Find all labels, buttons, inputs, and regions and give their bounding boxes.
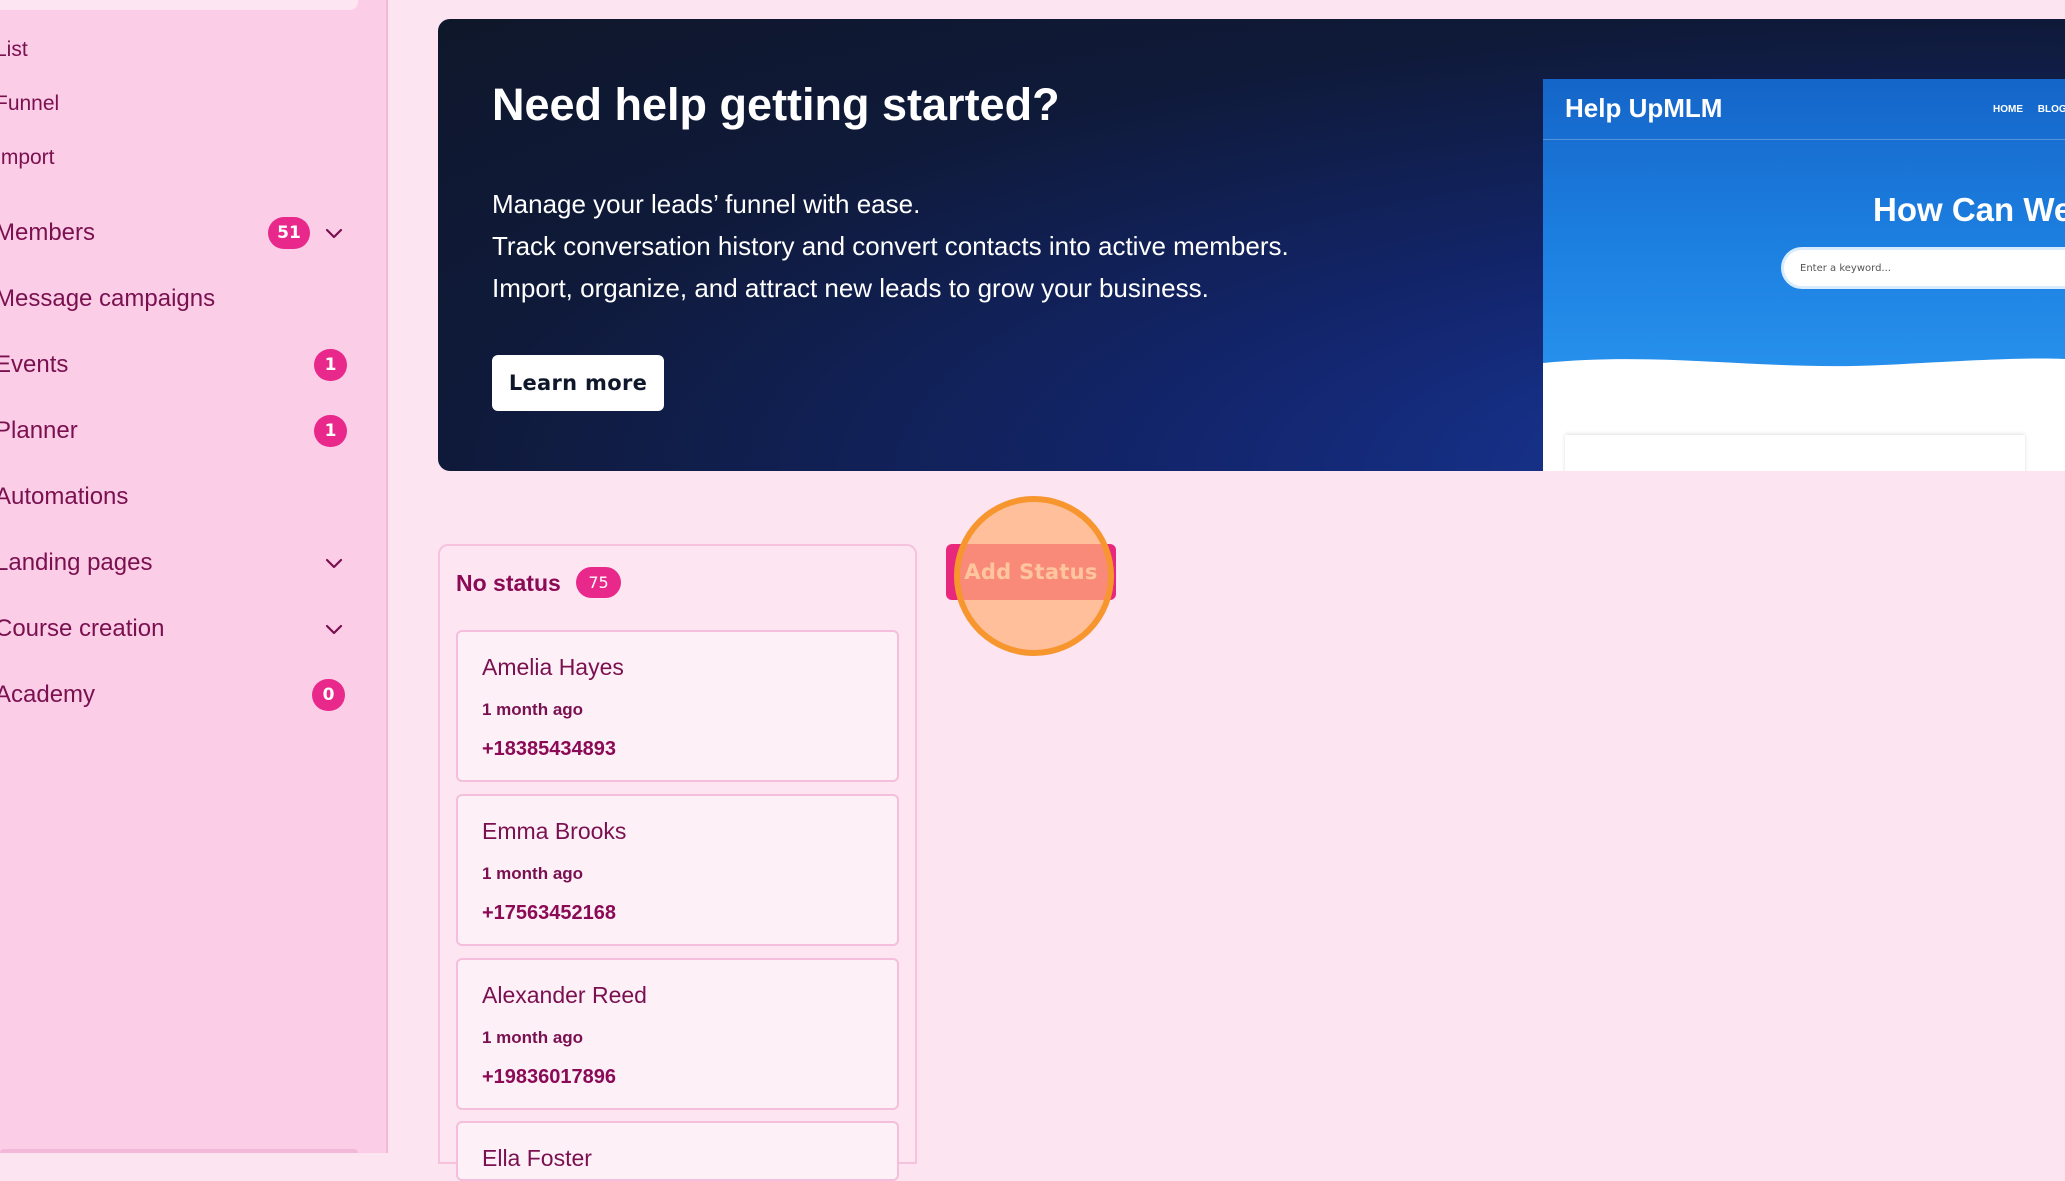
banner-description-line: Track conversation history and convert c… [492, 231, 1289, 261]
sidebar-item-course-creation[interactable]: Course creation [0, 604, 388, 654]
contact-phone: +19836017896 [482, 1066, 617, 1088]
events-count-badge: 1 [314, 349, 347, 381]
contact-phone: +18385434893 [482, 738, 617, 760]
contact-name: Emma Brooks [482, 818, 627, 844]
sidebar-item-label: Events [0, 351, 69, 378]
preview-brand: Help UpMLM [1565, 93, 1723, 123]
help-banner: Need help getting started? Manage your l… [438, 19, 2065, 471]
sidebar-item-label: Members [0, 219, 96, 246]
status-column-title: No status [456, 570, 561, 596]
planner-count-badge: 1 [314, 415, 347, 447]
contact-card[interactable]: Alexander Reed 1 month ago +19836017896 [456, 958, 899, 1110]
members-count-badge: 51 [268, 217, 310, 249]
sidebar-item-label: Academy [0, 681, 96, 708]
chevron-down-icon[interactable] [324, 553, 344, 573]
sidebar-subitem-funnel[interactable]: Funnel [0, 92, 59, 116]
sidebar-item-label: Course creation [0, 615, 165, 642]
contact-card[interactable]: Amelia Hayes 1 month ago +18385434893 [456, 630, 899, 782]
contact-card[interactable]: Ella Foster [456, 1121, 899, 1181]
preview-card [1565, 435, 2025, 471]
status-column: No status 75 Amelia Hayes 1 month ago +1… [438, 544, 917, 1181]
add-status-button[interactable]: Add Status [946, 544, 1116, 600]
sidebar-bottom-panel [0, 1149, 358, 1153]
sidebar: List Funnel Import Members 51 Message ca… [0, 0, 388, 1153]
sidebar-item-label: Planner [0, 417, 78, 444]
preview-headline: How Can We [1873, 191, 2065, 228]
learn-more-button[interactable]: Learn more [492, 355, 664, 411]
preview-divider [1543, 139, 2065, 140]
contact-name: Ella Foster [482, 1145, 592, 1171]
contact-time: 1 month ago [482, 700, 584, 719]
academy-count-badge: 0 [312, 679, 345, 711]
banner-description-line: Manage your leads’ funnel with ease. [492, 189, 921, 219]
contact-card[interactable]: Emma Brooks 1 month ago +17563452168 [456, 794, 899, 946]
sidebar-subitem-list[interactable]: List [0, 38, 28, 62]
banner-title: Need help getting started? [492, 79, 1060, 130]
contact-time: 1 month ago [482, 1028, 584, 1047]
sidebar-item-members[interactable]: Members 51 [0, 208, 388, 258]
contact-name: Alexander Reed [482, 982, 647, 1008]
banner-description-line: Import, organize, and attract new leads … [492, 273, 1209, 303]
sidebar-item-label: Landing pages [0, 549, 153, 576]
sidebar-item-message-campaigns[interactable]: Message campaigns [0, 274, 388, 324]
help-center-preview-image: Help UpMLM HOME BLOG How Can We Enter a … [1543, 79, 2065, 471]
preview-nav: HOME BLOG [1993, 104, 2065, 115]
sidebar-item-academy[interactable]: Academy 0 [0, 670, 388, 720]
preview-wave [1543, 358, 2065, 389]
chevron-down-icon[interactable] [324, 223, 344, 243]
banner-description: Manage your leads’ funnel with ease. Tra… [492, 183, 1289, 309]
chevron-down-icon[interactable] [324, 619, 344, 639]
contact-phone: +17563452168 [482, 902, 617, 924]
contact-time: 1 month ago [482, 864, 584, 883]
sidebar-item-automations[interactable]: Automations [0, 472, 388, 522]
sidebar-item-events[interactable]: Events 1 [0, 340, 388, 390]
sidebar-item-landing-pages[interactable]: Landing pages [0, 538, 388, 588]
sidebar-top-panel [0, 0, 358, 10]
sidebar-item-label: Message campaigns [0, 285, 216, 312]
status-count-badge: 75 [576, 567, 621, 598]
preview-search-field: Enter a keyword... [1781, 247, 2065, 289]
sidebar-item-label: Automations [0, 483, 129, 510]
sidebar-item-planner[interactable]: Planner 1 [0, 406, 388, 456]
contact-name: Amelia Hayes [482, 654, 624, 680]
sidebar-subitem-import[interactable]: Import [0, 146, 55, 170]
